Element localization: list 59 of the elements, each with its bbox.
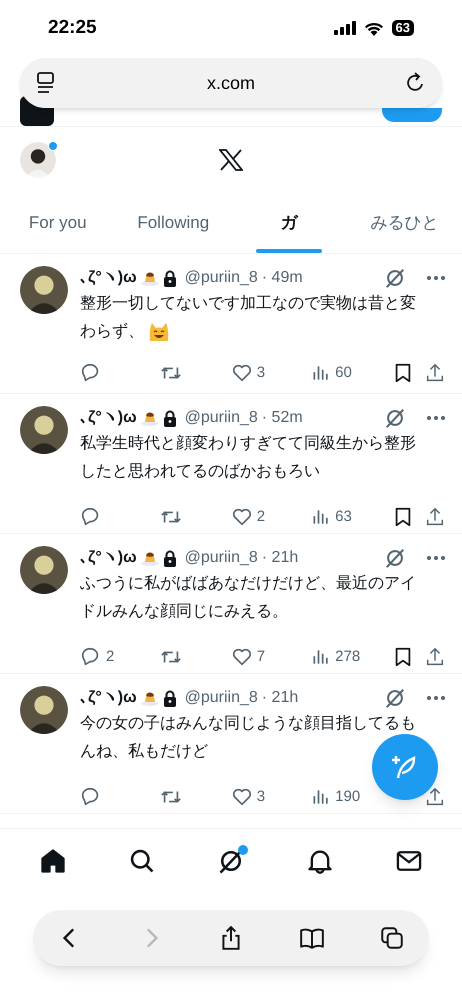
display-name[interactable]: ､ζ°ヽ)ω xyxy=(80,546,137,570)
open-app-button[interactable] xyxy=(382,108,442,122)
action-count: 3 xyxy=(256,787,266,807)
home-icon[interactable] xyxy=(38,846,67,874)
action-count: 2 xyxy=(256,507,266,527)
post-time: · 52m xyxy=(262,408,303,428)
pudding-icon xyxy=(140,690,159,706)
more-icon[interactable] xyxy=(426,415,446,421)
action-count: 278 xyxy=(335,647,360,667)
tabs-icon[interactable] xyxy=(379,925,405,951)
action-count: 7 xyxy=(256,647,266,667)
avatar[interactable] xyxy=(20,686,68,734)
action-count: 2 xyxy=(106,647,114,667)
lock-icon xyxy=(162,410,177,426)
display-name[interactable]: ､ζ°ヽ)ω xyxy=(80,686,137,710)
avatar[interactable] xyxy=(20,406,68,454)
pudding-icon xyxy=(140,550,159,566)
display-name[interactable]: ､ζ°ヽ)ω xyxy=(80,406,137,430)
avatar[interactable] xyxy=(20,142,56,178)
address-bar[interactable]: x.com xyxy=(20,58,442,108)
pudding-icon xyxy=(140,410,159,426)
x-logo xyxy=(219,148,243,170)
action-count: 190 xyxy=(335,787,360,807)
wifi-icon xyxy=(364,20,384,36)
action-count: 3 xyxy=(256,363,266,383)
user-handle[interactable]: @puriin_8 xyxy=(184,266,258,290)
post-text: 整形一切してないです加工なので実物は昔と変わらず、 xyxy=(80,290,446,346)
post-time: · 21h xyxy=(262,688,298,708)
avatar[interactable] xyxy=(20,266,68,314)
action-count: 63 xyxy=(335,507,352,527)
avatar[interactable] xyxy=(20,546,68,594)
more-icon[interactable] xyxy=(426,695,446,701)
display-name[interactable]: ､ζ°ヽ)ω xyxy=(80,266,137,290)
url-text: x.com xyxy=(206,72,255,94)
post-text: ふつうに私がばばあなだけだけど、最近のアイドルみんな顔同じにみえる。 xyxy=(80,574,417,622)
post-time: · 49m xyxy=(262,268,303,288)
cat-emoji-icon xyxy=(148,320,170,343)
lock-icon xyxy=(162,690,177,706)
more-icon[interactable] xyxy=(426,275,446,281)
action-count: 60 xyxy=(335,363,352,383)
feed-tab[interactable]: ガ xyxy=(231,192,346,253)
user-handle[interactable]: @puriin_8 xyxy=(184,546,258,570)
user-handle[interactable]: @puriin_8 xyxy=(184,686,258,710)
post-text: 今の女の子はみんな同じような顔目指してるもんね、私もだけど xyxy=(80,714,417,762)
post-time: · 21h xyxy=(262,548,298,568)
post-text: 私学生時代と顔変わりすぎてて同級生から整形したと思われてるのばかおもろい xyxy=(80,434,417,482)
signal-icon xyxy=(334,21,356,35)
status-time: 22:25 xyxy=(48,16,97,40)
more-icon[interactable] xyxy=(426,555,446,561)
feed-tab[interactable]: Following xyxy=(116,192,231,253)
page-menu-icon[interactable] xyxy=(36,72,56,94)
lock-icon xyxy=(162,550,177,566)
battery-indicator: 63 xyxy=(392,20,414,36)
reload-icon[interactable] xyxy=(406,72,426,94)
feed-tab[interactable]: みるひと xyxy=(346,192,462,253)
pudding-icon xyxy=(140,270,159,286)
lock-icon xyxy=(162,270,177,286)
user-handle[interactable]: @puriin_8 xyxy=(184,406,258,430)
feed-tab[interactable]: For you xyxy=(0,192,116,253)
